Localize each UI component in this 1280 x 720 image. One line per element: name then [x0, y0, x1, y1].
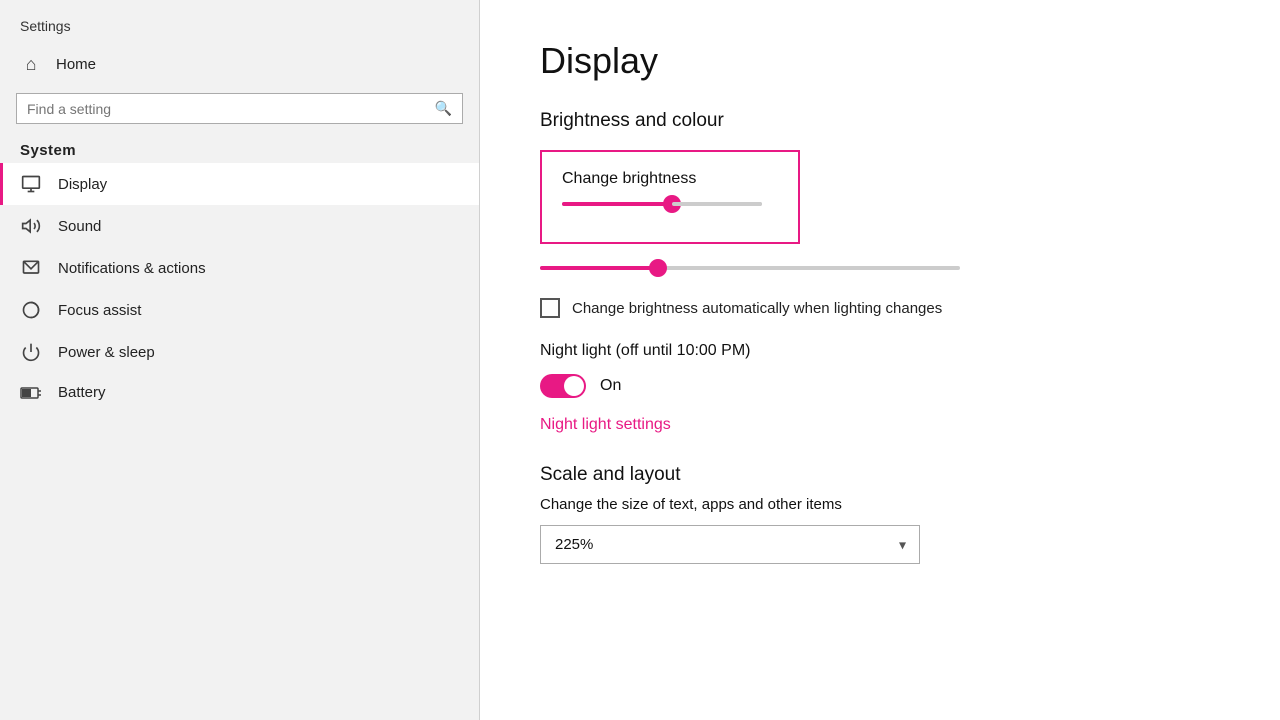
toggle-knob — [564, 376, 584, 396]
system-section-label: System — [0, 136, 479, 163]
display-icon — [20, 174, 42, 194]
scale-dropdown[interactable]: 100% 125% 150% 175% 200% 225% 250% 300% — [540, 525, 920, 564]
sidebar-item-focus-label: Focus assist — [58, 302, 141, 319]
scale-dropdown-wrapper: 100% 125% 150% 175% 200% 225% 250% 300% … — [540, 525, 920, 564]
search-box[interactable]: 🔍 — [16, 93, 463, 124]
search-icon: 🔍 — [435, 100, 452, 117]
night-light-heading: Night light (off until 10:00 PM) — [540, 342, 1220, 360]
full-slider-fill — [540, 266, 658, 270]
home-nav-item[interactable]: ⌂ Home — [0, 44, 479, 85]
battery-icon — [20, 386, 42, 400]
brightness-box: Change brightness — [540, 150, 800, 244]
notification-icon — [20, 258, 42, 278]
sidebar-item-battery[interactable]: Battery — [0, 373, 479, 412]
brightness-full-slider-row — [540, 258, 1220, 278]
sidebar-item-power[interactable]: Power & sleep — [0, 331, 479, 373]
night-light-toggle[interactable] — [540, 374, 586, 398]
auto-brightness-checkbox[interactable] — [540, 298, 560, 318]
sidebar-item-display-label: Display — [58, 176, 107, 193]
night-light-toggle-row: On — [540, 374, 1220, 398]
home-label: Home — [56, 56, 96, 73]
auto-brightness-label: Change brightness automatically when lig… — [572, 300, 942, 317]
app-title: Settings — [0, 0, 479, 44]
brightness-full-slider[interactable] — [540, 258, 960, 278]
main-content: Display Brightness and colour Change bri… — [480, 0, 1280, 720]
sidebar-item-power-label: Power & sleep — [58, 344, 155, 361]
night-light-settings-link[interactable]: Night light settings — [540, 416, 1220, 434]
toggle-label: On — [600, 377, 621, 395]
home-icon: ⌂ — [20, 54, 42, 75]
search-input[interactable] — [27, 101, 427, 117]
auto-brightness-row[interactable]: Change brightness automatically when lig… — [540, 298, 1220, 318]
sidebar: Settings ⌂ Home 🔍 System Display Sound — [0, 0, 480, 720]
slider-track-remaining — [672, 202, 762, 206]
sidebar-item-notifications-label: Notifications & actions — [58, 260, 206, 277]
page-title: Display — [540, 40, 1220, 82]
slider-fill — [562, 202, 672, 206]
sidebar-item-sound-label: Sound — [58, 218, 101, 235]
sidebar-item-focus[interactable]: Focus assist — [0, 289, 479, 331]
full-slider-track — [540, 266, 960, 270]
full-slider-thumb[interactable] — [649, 259, 667, 277]
scale-description: Change the size of text, apps and other … — [540, 496, 1220, 513]
scale-layout-heading: Scale and layout — [540, 464, 1220, 486]
slider-track — [562, 202, 762, 206]
sidebar-item-battery-label: Battery — [58, 384, 106, 401]
focus-icon — [20, 300, 42, 320]
sound-icon — [20, 216, 42, 236]
change-brightness-label: Change brightness — [562, 170, 778, 188]
sidebar-item-sound[interactable]: Sound — [0, 205, 479, 247]
power-icon — [20, 342, 42, 362]
brightness-slider[interactable] — [562, 202, 762, 222]
sidebar-item-display[interactable]: Display — [0, 163, 479, 205]
sidebar-item-notifications[interactable]: Notifications & actions — [0, 247, 479, 289]
brightness-section-heading: Brightness and colour — [540, 110, 1220, 132]
